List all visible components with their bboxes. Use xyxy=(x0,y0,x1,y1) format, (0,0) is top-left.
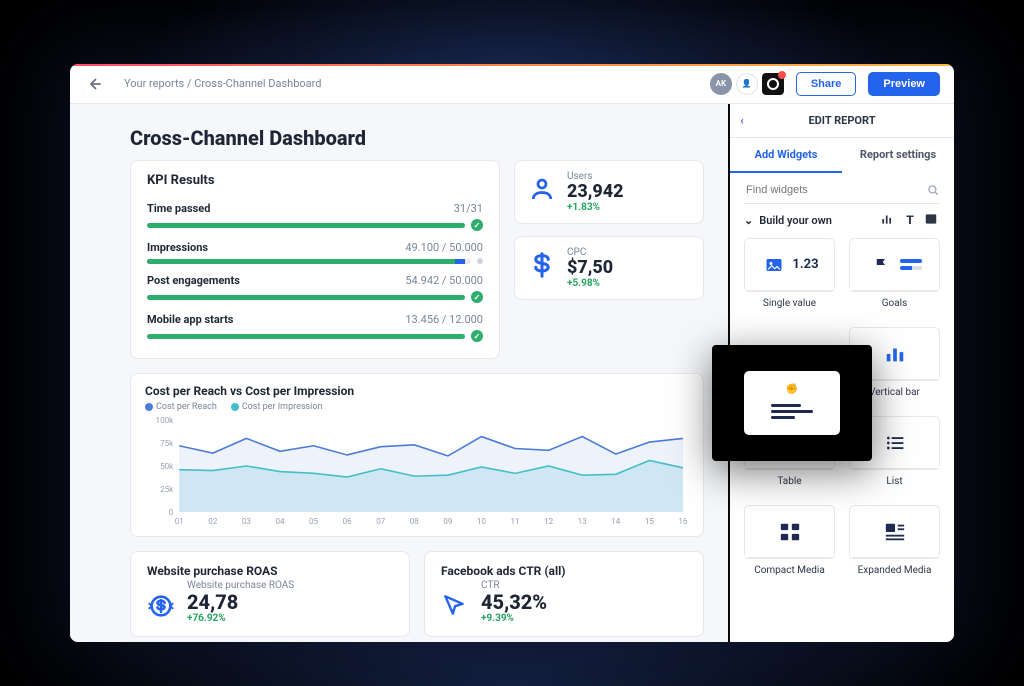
kpi-row: Post engagements 54.942 / 50.000 xyxy=(147,268,483,307)
pending-dot-icon xyxy=(477,258,483,264)
back-button[interactable] xyxy=(84,74,104,94)
tab-add-widgets[interactable]: Add Widgets xyxy=(730,138,842,173)
kpi-value: 54.942 / 50.000 xyxy=(405,274,483,287)
kpi-row: Impressions 49.100 / 50.000 xyxy=(147,235,483,268)
build-your-own-header[interactable]: ⌄ Build your own T xyxy=(744,212,940,228)
check-icon xyxy=(471,219,483,231)
svg-text:25k: 25k xyxy=(160,485,174,494)
image-tool-icon[interactable] xyxy=(924,212,940,228)
drag-overlay[interactable]: ✊ xyxy=(712,345,872,461)
svg-text:08: 08 xyxy=(410,517,420,526)
dragging-widget[interactable]: ✊ xyxy=(744,371,840,435)
svg-text:09: 09 xyxy=(443,517,452,526)
search-input[interactable] xyxy=(744,183,926,197)
users-icon xyxy=(527,174,557,204)
svg-text:12: 12 xyxy=(544,517,554,526)
kpi-label: Impressions xyxy=(147,241,208,254)
kpi-label: Mobile app starts xyxy=(147,313,233,326)
kpi-row: Time passed 31/31 xyxy=(147,196,483,235)
search-icon xyxy=(926,183,940,197)
cycle-icon xyxy=(147,592,177,622)
avatar[interactable]: AK xyxy=(710,73,732,95)
widget-search[interactable] xyxy=(744,183,940,204)
svg-text:01: 01 xyxy=(175,517,184,526)
check-icon xyxy=(471,330,483,342)
svg-text:05: 05 xyxy=(309,517,319,526)
svg-text:11: 11 xyxy=(511,517,520,526)
widget-compact-media[interactable]: Compact Media xyxy=(744,505,835,582)
text-tool-icon[interactable]: T xyxy=(902,212,918,228)
topbar: Your reports / Cross-Channel Dashboard A… xyxy=(70,64,954,104)
breadcrumb-page: Cross-Channel Dashboard xyxy=(194,77,321,90)
kpi-value: 31/31 xyxy=(454,202,483,215)
widget-single-value[interactable]: 1.23 Single value xyxy=(744,238,835,315)
image-icon xyxy=(760,254,788,276)
kpi-row: Mobile app starts 13.456 / 12.000 xyxy=(147,307,483,346)
svg-text:04: 04 xyxy=(275,517,285,526)
breadcrumb-root: Your reports xyxy=(124,77,184,90)
svg-text:06: 06 xyxy=(343,517,353,526)
line-chart: 0 25k 50k 75k 100k 01 02 03 04 05 06 07 08 09 10 11 12 13… xyxy=(145,416,689,526)
svg-text:16: 16 xyxy=(678,517,688,526)
grab-cursor-icon: ✊ xyxy=(786,384,798,395)
sidepanel-title: EDIT REPORT xyxy=(754,114,954,127)
svg-text:02: 02 xyxy=(208,517,218,526)
widget-goals[interactable]: Goals xyxy=(849,238,940,315)
svg-text:0: 0 xyxy=(169,508,174,517)
breadcrumb[interactable]: Your reports / Cross-Channel Dashboard xyxy=(124,77,321,90)
widget-expanded-media[interactable]: Expanded Media xyxy=(849,505,940,582)
kpi-value: 49.100 / 50.000 xyxy=(405,241,483,254)
chart-title: Cost per Reach vs Cost per Impression xyxy=(145,384,689,398)
roas-card[interactable]: Website purchase ROAS Website purchase R… xyxy=(130,551,410,637)
goals-rows-icon xyxy=(771,401,813,422)
svg-text:50k: 50k xyxy=(160,462,174,471)
list-icon xyxy=(881,432,909,454)
sidepanel-back-icon[interactable]: ‹ xyxy=(730,114,754,127)
cursor-icon xyxy=(441,592,471,622)
svg-text:15: 15 xyxy=(645,517,655,526)
kpi-value: 13.456 / 12.000 xyxy=(405,313,483,326)
bar-tool-icon[interactable] xyxy=(880,212,896,228)
share-button[interactable]: Share xyxy=(796,72,857,96)
compact-media-icon xyxy=(776,521,804,543)
chevron-down-icon: ⌄ xyxy=(744,214,753,227)
expanded-media-icon xyxy=(881,521,909,543)
chart-card[interactable]: Cost per Reach vs Cost per Impression Co… xyxy=(130,373,704,537)
chart-legend: Cost per Reach Cost per Impression xyxy=(145,402,689,412)
svg-text:75k: 75k xyxy=(160,439,174,448)
bar-chart-icon xyxy=(881,343,909,365)
avatar-row: AK 👤 Share Preview xyxy=(710,72,940,96)
svg-text:07: 07 xyxy=(376,517,386,526)
kpi-label: Time passed xyxy=(147,202,210,215)
mini-users[interactable]: Users 23,942 +1.83% xyxy=(514,160,704,224)
preview-button[interactable]: Preview xyxy=(868,72,940,96)
check-icon xyxy=(471,291,483,303)
tab-report-settings[interactable]: Report settings xyxy=(842,138,954,173)
ctr-card[interactable]: Facebook ads CTR (all) CTR 45,32% +9.39% xyxy=(424,551,704,637)
app-icon[interactable] xyxy=(762,73,784,95)
avatar[interactable]: 👤 xyxy=(736,73,758,95)
svg-text:03: 03 xyxy=(242,517,251,526)
dollar-icon xyxy=(527,250,557,280)
kpi-card[interactable]: KPI Results Time passed 31/31 Impressions 4… xyxy=(130,160,500,359)
flag-icon xyxy=(868,254,896,276)
mini-cpc[interactable]: CPC $7,50 +5.98% xyxy=(514,236,704,300)
svg-text:13: 13 xyxy=(578,517,587,526)
progress-icon xyxy=(900,259,922,270)
page-title: Cross-Channel Dashboard xyxy=(130,126,704,150)
svg-text:14: 14 xyxy=(611,517,621,526)
kpi-label: Post engagements xyxy=(147,274,240,287)
kpi-title: KPI Results xyxy=(147,173,483,188)
svg-text:100k: 100k xyxy=(156,416,175,425)
svg-text:10: 10 xyxy=(477,517,487,526)
